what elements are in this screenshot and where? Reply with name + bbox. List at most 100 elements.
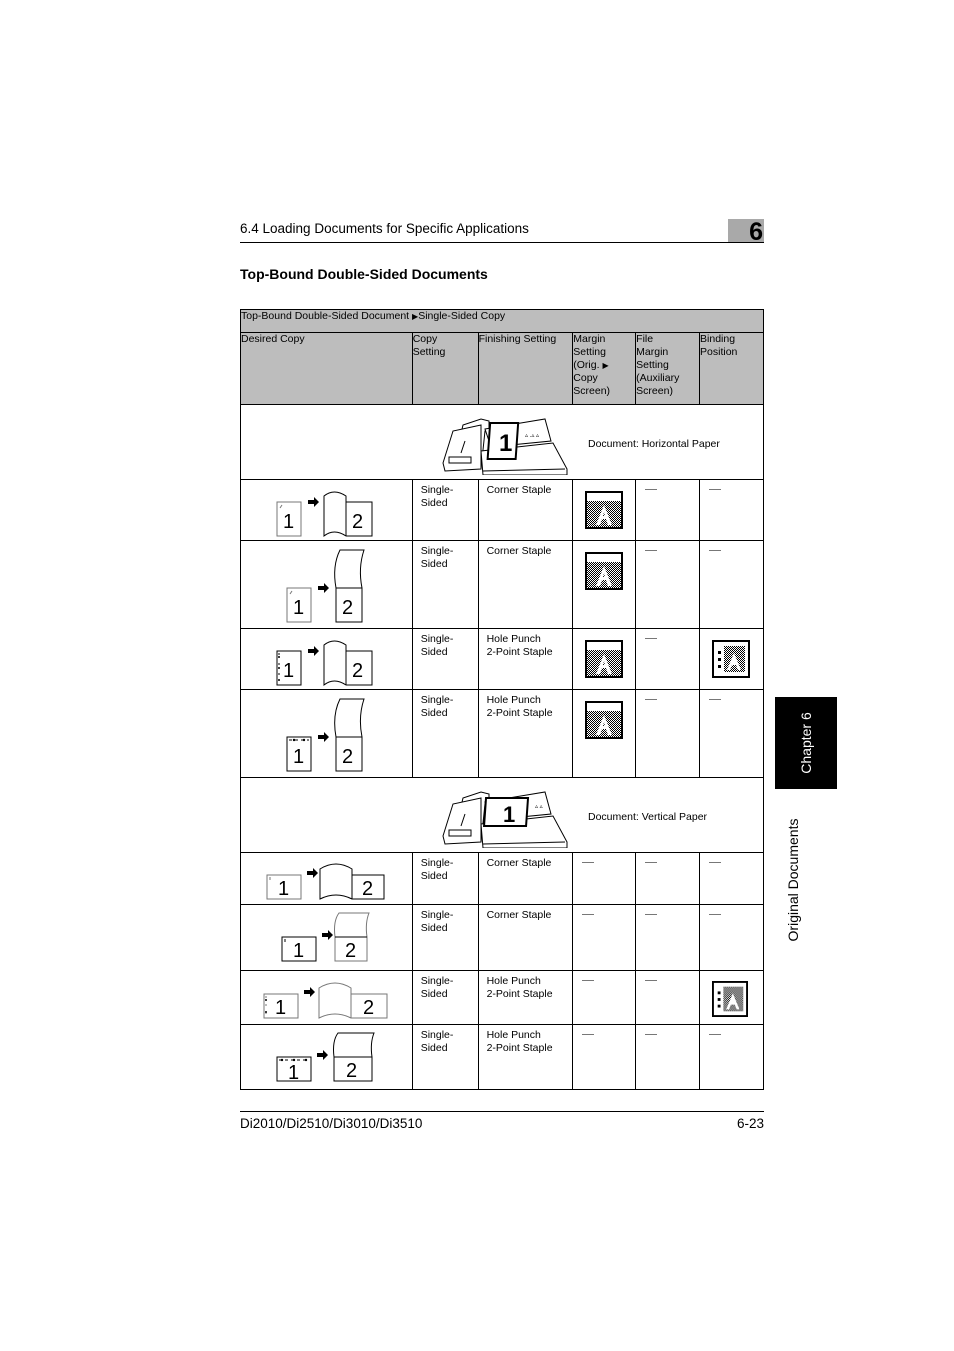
chapter-tab[interactable]: Chapter 6 bbox=[775, 697, 837, 789]
settings-table: Top-Bound Double-Sided Document ▶Single-… bbox=[240, 309, 764, 1090]
table-row: 1 2 Single-Sided Hole Punch 2-Point Stap… bbox=[240, 970, 764, 1025]
dash-placeholder bbox=[645, 914, 658, 915]
copy-setting: Single-Sided bbox=[420, 545, 454, 570]
chapter-title-tab: Original Documents bbox=[785, 818, 801, 942]
finishing-setting: Hole Punch 2-Point Staple bbox=[486, 633, 553, 658]
column-header: Desired Copy bbox=[240, 332, 413, 405]
top-margin-icon bbox=[585, 640, 623, 678]
scanner-illustration: 1 ▵ .▵ ▵ bbox=[441, 411, 569, 475]
dash-placeholder bbox=[582, 914, 595, 915]
left-binding-icon bbox=[712, 981, 748, 1017]
dash-placeholder bbox=[645, 550, 658, 551]
copy-setting: Single-Sided bbox=[420, 633, 454, 658]
svg-text:1: 1 bbox=[288, 1062, 299, 1084]
svg-text:▵ .▵ ▵: ▵ .▵ ▵ bbox=[525, 433, 539, 439]
left-binding-icon bbox=[712, 640, 750, 678]
table-caption-row: Top-Bound Double-Sided Document ▶Single-… bbox=[240, 309, 764, 333]
desired-copy-cell: 1 2 bbox=[240, 628, 413, 690]
svg-text:2: 2 bbox=[352, 660, 363, 682]
copy-setting: Single-Sided bbox=[420, 694, 454, 719]
page-header: 6.4 Loading Documents for Specific Appli… bbox=[240, 219, 764, 246]
svg-text:2: 2 bbox=[342, 746, 353, 768]
caption-source: Top-Bound Double-Sided Document bbox=[241, 310, 410, 322]
dash-placeholder bbox=[645, 638, 658, 639]
dash-placeholder bbox=[582, 1034, 595, 1035]
svg-text:1: 1 bbox=[293, 746, 304, 768]
svg-text:2: 2 bbox=[352, 511, 363, 533]
svg-text:1: 1 bbox=[293, 597, 304, 619]
group-header-row: 1 ▵ .▵ ▵ Document: Horizontal Paper bbox=[240, 404, 764, 480]
chapter-number: 6 bbox=[749, 218, 763, 246]
column-header: Finishing Setting bbox=[477, 332, 574, 405]
svg-text:1: 1 bbox=[278, 878, 289, 900]
top-margin-icon bbox=[585, 701, 623, 739]
flip-up-diagram: 1 2 bbox=[281, 912, 371, 962]
table-caption: Top-Bound Double-Sided Document ▶Single-… bbox=[240, 309, 764, 333]
copy-setting: Single-Sided bbox=[420, 975, 454, 1000]
chapter-tab-label: Chapter 6 bbox=[798, 712, 814, 774]
finishing-setting: Corner Staple bbox=[486, 909, 552, 921]
finishing-setting: Corner Staple bbox=[486, 545, 552, 557]
column-header: Copy Setting bbox=[411, 332, 479, 405]
desired-copy-cell: 1 2 bbox=[240, 970, 413, 1025]
finishing-setting: Hole Punch 2-Point Staple bbox=[486, 1029, 553, 1054]
svg-text:2: 2 bbox=[346, 1060, 357, 1082]
dash-placeholder bbox=[709, 550, 722, 551]
finishing-setting: Corner Staple bbox=[486, 857, 552, 869]
svg-text:▵ ▵: ▵ ▵ bbox=[535, 804, 543, 810]
table-header-row: Desired Copy Copy Setting Finishing Setti… bbox=[240, 332, 764, 405]
dash-placeholder bbox=[582, 862, 595, 863]
column-header: Margin Setting (Orig. ▶ Copy Screen) bbox=[572, 332, 637, 405]
dash-placeholder bbox=[709, 489, 722, 490]
desired-copy-cell: 1 2 bbox=[240, 689, 413, 778]
svg-text:1: 1 bbox=[283, 511, 294, 533]
dash-placeholder bbox=[645, 1034, 658, 1035]
finishing-setting: Hole Punch 2-Point Staple bbox=[486, 975, 553, 1000]
group-label: Document: Horizontal Paper bbox=[588, 438, 720, 450]
side-by-side-left-holes-diagram: 1 2 bbox=[263, 982, 388, 1019]
desired-copy-cell: 1 2 bbox=[240, 1024, 413, 1090]
table-row: 1 2 Single-Sided Corner Staple bbox=[240, 904, 764, 971]
page-footer: Di2010/Di2510/Di3010/Di3510 6-23 bbox=[240, 1111, 764, 1131]
desired-copy-cell: 1 2 bbox=[240, 479, 413, 541]
table-row: 1 2 Single-Sided Hole Punch 2-Point Stap… bbox=[240, 628, 764, 690]
dash-placeholder bbox=[582, 980, 595, 981]
svg-text:1: 1 bbox=[283, 660, 294, 682]
finishing-setting: Hole Punch 2-Point Staple bbox=[486, 694, 553, 719]
copy-setting: Single-Sided bbox=[420, 857, 454, 882]
top-margin-icon bbox=[585, 491, 623, 529]
svg-text:2: 2 bbox=[345, 940, 356, 962]
top-margin-icon bbox=[585, 552, 623, 590]
chapter-number-box: 6 bbox=[728, 219, 764, 246]
flip-up-diagram: 1 2 bbox=[286, 549, 366, 623]
side-by-side-diagram: 1 2 bbox=[266, 863, 385, 900]
desired-copy-cell: 1 2 bbox=[240, 540, 413, 629]
group-label: Document: Vertical Paper bbox=[588, 811, 708, 823]
flip-up-top-holes-diagram: 1 2 bbox=[286, 698, 366, 772]
dash-placeholder bbox=[709, 862, 722, 863]
desired-copy-cell: 1 2 bbox=[240, 852, 413, 905]
copy-setting: Single-Sided bbox=[420, 484, 454, 509]
dash-placeholder bbox=[645, 980, 658, 981]
scanner-page-number: 1 bbox=[503, 802, 515, 827]
scanner-illustration: 1 ▵ ▵ bbox=[441, 784, 569, 848]
section-heading: 6.4 Loading Documents for Specific Appli… bbox=[240, 221, 529, 236]
svg-text:1: 1 bbox=[293, 940, 304, 962]
scanner-page-number: 1 bbox=[499, 430, 512, 457]
side-by-side-left-holes-diagram: 1 2 bbox=[276, 640, 373, 687]
dash-placeholder bbox=[645, 862, 658, 863]
finishing-setting: Corner Staple bbox=[486, 484, 552, 496]
model-names: Di2010/Di2510/Di3010/Di3510 bbox=[240, 1116, 423, 1131]
page-number: 6-23 bbox=[736, 1116, 764, 1131]
column-header: File Margin Setting (Auxiliary Screen) bbox=[635, 332, 701, 405]
dash-placeholder bbox=[645, 489, 658, 490]
copy-setting: Single-Sided bbox=[420, 909, 454, 934]
table-row: 1 2 Single-Sided Hole Punch 2-Point Stap… bbox=[240, 1024, 764, 1090]
side-by-side-diagram: 1 2 bbox=[276, 491, 373, 538]
dash-placeholder bbox=[709, 914, 722, 915]
column-header: Binding Position bbox=[699, 332, 764, 405]
flip-up-top-holes-diagram: 1 2 bbox=[276, 1032, 376, 1084]
svg-text:2: 2 bbox=[362, 878, 373, 900]
caption-target: Single-Sided Copy bbox=[418, 310, 506, 322]
section-title: Top-Bound Double-Sided Documents bbox=[240, 266, 488, 282]
